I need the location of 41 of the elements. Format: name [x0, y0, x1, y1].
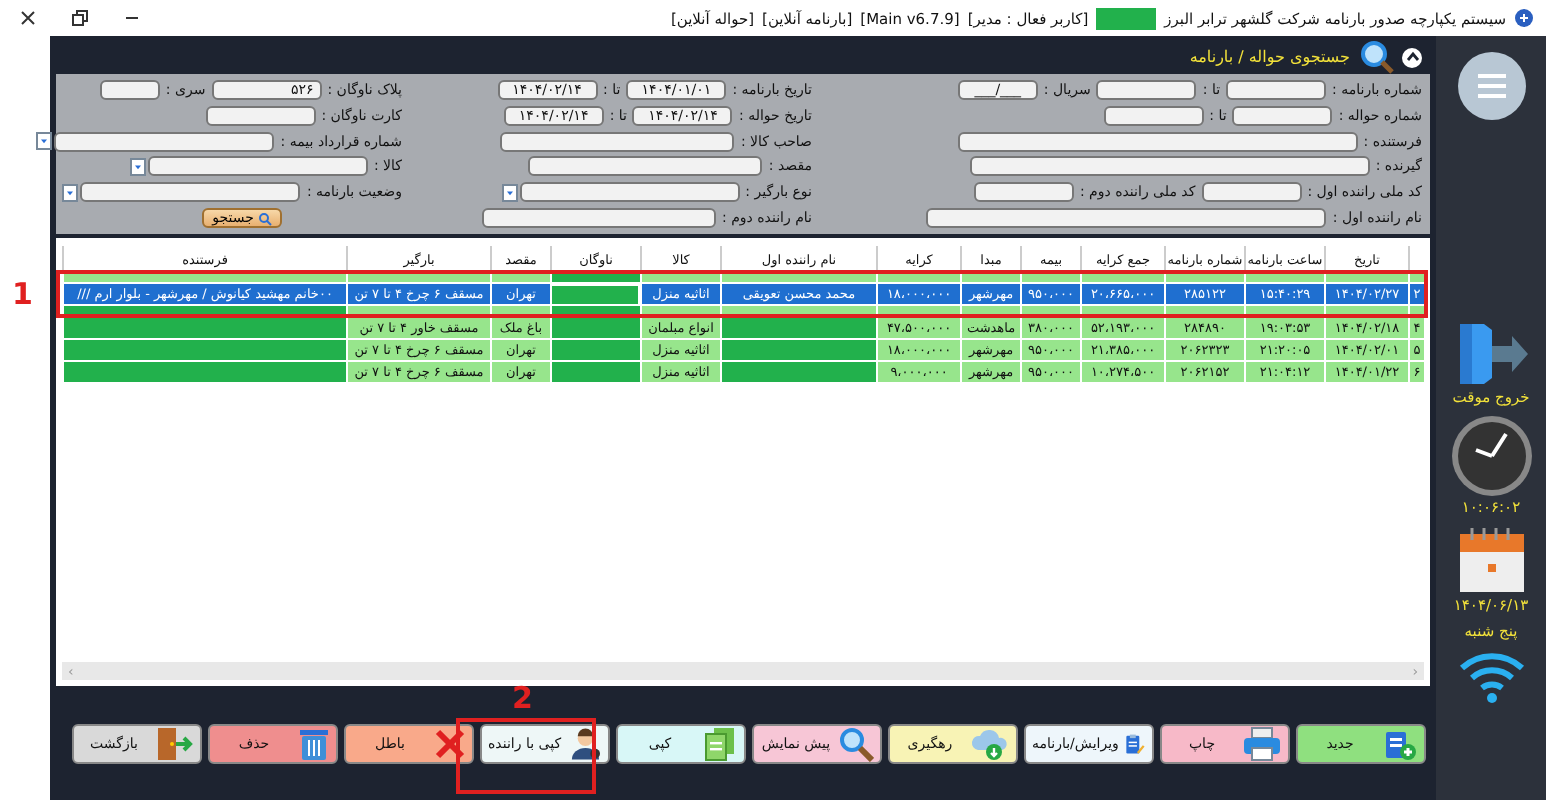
dropdown-field[interactable]: [54, 131, 275, 152]
dropdown-field[interactable]: [519, 182, 740, 203]
panel-title: جستجوی حواله / بارنامه: [1189, 48, 1350, 66]
magnifier-icon: [838, 725, 874, 761]
annotation-number: 2: [512, 680, 533, 716]
door-arrow-icon: [154, 725, 194, 761]
menu-icon: [1475, 74, 1507, 98]
annotation-frame: [456, 718, 596, 794]
app-icon: [1514, 8, 1534, 28]
input-field[interactable]: [1096, 79, 1197, 100]
person-icon: [567, 725, 602, 761]
cloud-download-icon: [970, 725, 1010, 761]
calendar-icon: [1455, 524, 1527, 596]
menu-button[interactable]: [1457, 52, 1525, 120]
input-field[interactable]: [926, 208, 1327, 229]
printer-icon: [1242, 725, 1282, 761]
trash-icon: [298, 725, 330, 761]
input-field[interactable]: [1103, 105, 1204, 126]
input-field[interactable]: [957, 131, 1358, 152]
documents-icon: [702, 725, 738, 761]
input-field[interactable]: [1201, 182, 1302, 203]
close-icon[interactable]: [20, 10, 36, 26]
wifi-icon: [1457, 648, 1525, 704]
input-field[interactable]: [1226, 79, 1327, 100]
input-field[interactable]: [528, 156, 763, 177]
dropdown-field[interactable]: [147, 156, 368, 177]
annotation-number: 1: [12, 276, 33, 312]
restore-icon[interactable]: [72, 10, 88, 26]
input-field[interactable]: [481, 208, 716, 229]
cross-icon: [434, 727, 466, 759]
input-field[interactable]: [973, 182, 1074, 203]
input-field[interactable]: [99, 79, 160, 100]
clock-icon: [1449, 414, 1533, 498]
dropdown-field[interactable]: [80, 182, 301, 203]
input-field[interactable]: [500, 131, 735, 152]
magnifier-icon: [1358, 40, 1394, 74]
input-field[interactable]: [1232, 105, 1333, 126]
collapse-button[interactable]: [1402, 47, 1422, 67]
input-field[interactable]: [969, 156, 1370, 177]
search-icon: [258, 211, 272, 226]
input-field[interactable]: [205, 105, 316, 126]
